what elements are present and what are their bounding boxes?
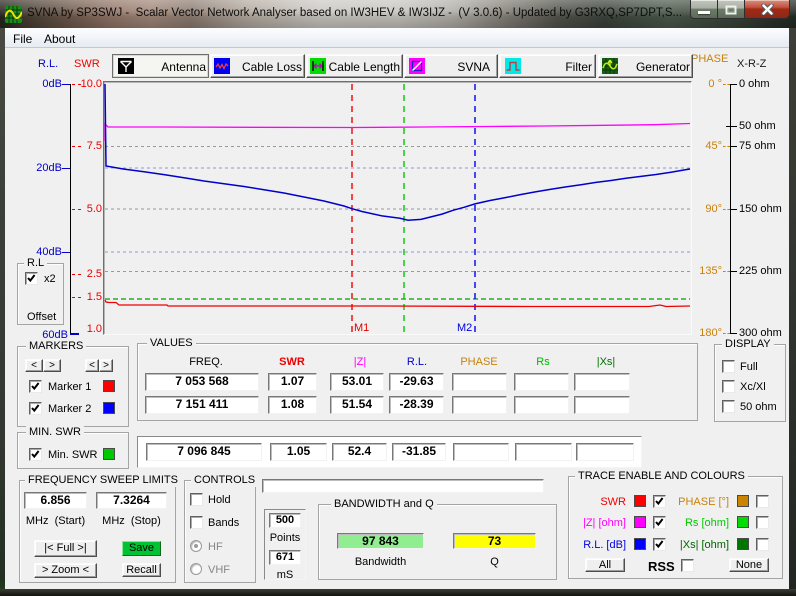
- svg-text:M2: M2: [457, 322, 472, 334]
- svg-text:M1: M1: [354, 322, 369, 334]
